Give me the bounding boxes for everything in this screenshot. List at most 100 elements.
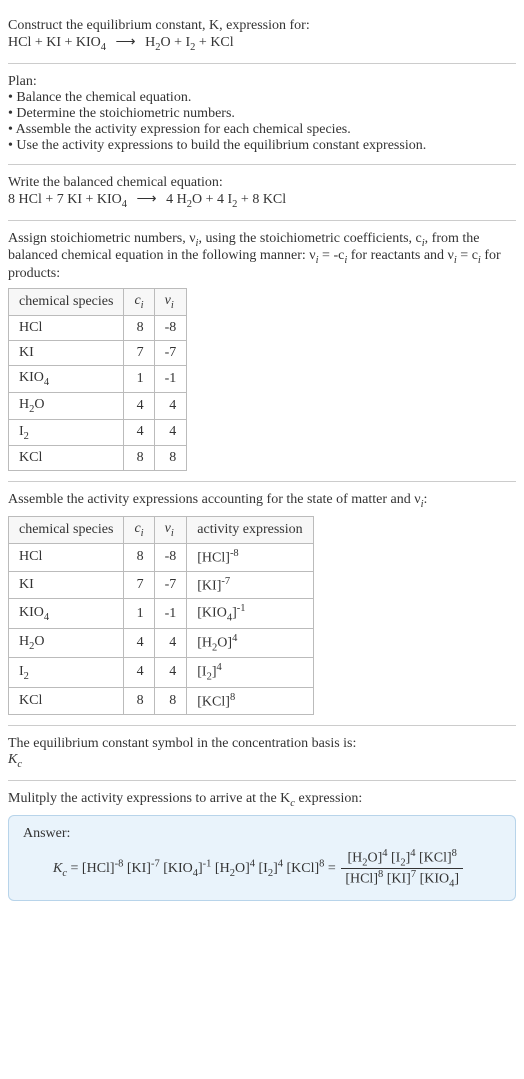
- eq-rhs: O + I: [161, 35, 191, 50]
- cell: -7: [154, 340, 187, 365]
- answer-equation: Kc = [HCl]-8 [KI]-7 [KIO4]-1 [H2O]4 [I2]…: [23, 848, 501, 890]
- cell: HCl: [9, 543, 124, 571]
- cell: 8: [124, 687, 154, 715]
- answer-section: Mulitply the activity expressions to arr…: [8, 781, 516, 911]
- cell: [I2]4: [187, 658, 313, 687]
- cell: [KI]-7: [187, 571, 313, 599]
- plan-title: Plan:: [8, 74, 516, 90]
- cell: -1: [154, 365, 187, 392]
- text: , using the stoichiometric coefficients,…: [198, 231, 421, 246]
- table-row: KCl88[KCl]8: [9, 687, 314, 715]
- sub: c: [17, 759, 22, 770]
- text: [I: [197, 665, 206, 680]
- text: Assign stoichiometric numbers, ν: [8, 231, 196, 246]
- sup: -1: [237, 603, 246, 614]
- text: H: [19, 397, 29, 412]
- plan-bullet: • Assemble the activity expression for e…: [8, 122, 516, 138]
- plan-bullet: • Use the activity expressions to build …: [8, 138, 516, 154]
- text: =: [324, 861, 339, 876]
- sup: -8: [230, 548, 239, 559]
- table-row: KIO41-1: [9, 365, 187, 392]
- arrow-icon: ⟶: [110, 34, 142, 51]
- text: [KI]: [383, 872, 411, 887]
- text: Assemble the activity expressions accoun…: [8, 492, 421, 507]
- sub: 2: [24, 670, 29, 681]
- table-header-row: chemical species ci νi activity expressi…: [9, 517, 314, 544]
- eq-rhs: H: [145, 35, 155, 50]
- table-row: I244: [9, 419, 187, 446]
- text: [KIO: [197, 606, 227, 621]
- sup: -7: [151, 858, 160, 869]
- text: :: [424, 492, 428, 507]
- cell: 4: [154, 419, 187, 446]
- text: [KI]: [123, 861, 151, 876]
- cell: 8: [124, 315, 154, 340]
- col-nu: νi: [154, 517, 187, 544]
- text: H: [19, 634, 29, 649]
- table-header-row: chemical species ci νi: [9, 289, 187, 316]
- cell: -8: [154, 315, 187, 340]
- sup: 8: [452, 848, 457, 859]
- cell: 8: [154, 687, 187, 715]
- prompt-line1: Construct the equilibrium constant, K, e…: [8, 18, 516, 34]
- cell: 1: [124, 365, 154, 392]
- text: = c: [457, 248, 478, 263]
- cell: -7: [154, 571, 187, 599]
- fraction: [H2O]4 [I2]4 [KCl]8[HCl]8 [KI]7 [KIO4]: [341, 848, 463, 890]
- sub: i: [171, 300, 174, 311]
- cell: 4: [154, 392, 187, 419]
- cell: 4: [154, 628, 187, 657]
- text: O: [34, 634, 44, 649]
- balanced-equation: 8 HCl + 7 KI + KIO4 ⟶ 4 H2O + 4 I2 + 8 K…: [8, 191, 516, 210]
- sup: 4: [232, 633, 237, 644]
- text: O]: [235, 861, 250, 876]
- symbol-text: The equilibrium constant symbol in the c…: [8, 736, 516, 752]
- unbalanced-equation: HCl + KI + KIO4 ⟶ H2O + I2 + KCl: [8, 34, 516, 53]
- table-row: HCl8-8[HCl]-8: [9, 543, 314, 571]
- cell: 4: [154, 658, 187, 687]
- text: [I: [388, 851, 401, 866]
- col-activity: activity expression: [187, 517, 313, 544]
- text: KIO: [19, 370, 44, 385]
- cell: [H2O]4: [187, 628, 313, 657]
- cell: I2: [9, 658, 124, 687]
- sub: i: [171, 528, 174, 539]
- cell: 8: [124, 543, 154, 571]
- cell: 4: [124, 628, 154, 657]
- plan-bullet: • Balance the chemical equation.: [8, 90, 516, 106]
- text: O]: [367, 851, 382, 866]
- text: [H: [197, 635, 212, 650]
- text: [H: [347, 851, 362, 866]
- text: [KIO: [160, 861, 193, 876]
- plan-bullet: • Determine the stoichiometric numbers.: [8, 106, 516, 122]
- text: [KIO: [416, 872, 449, 887]
- text: K: [8, 752, 17, 767]
- eq-sub: 4: [122, 199, 127, 210]
- eq-lhs: HCl + KI + KIO: [8, 35, 101, 50]
- cell: KI: [9, 340, 124, 365]
- table-row: HCl8-8: [9, 315, 187, 340]
- text: O: [34, 397, 44, 412]
- cell: KIO4: [9, 599, 124, 628]
- cell: H2O: [9, 392, 124, 419]
- text: for reactants and ν: [347, 248, 454, 263]
- cell: KI: [9, 571, 124, 599]
- text: KIO: [19, 605, 44, 620]
- cell: 8: [154, 446, 187, 471]
- balanced-section: Write the balanced chemical equation: 8 …: [8, 165, 516, 221]
- text: [KCl]: [283, 861, 319, 876]
- text: [KCl]: [197, 694, 230, 709]
- text: [I: [255, 861, 268, 876]
- cell: 4: [124, 392, 154, 419]
- cell: KCl: [9, 687, 124, 715]
- answer-label: Answer:: [23, 826, 501, 842]
- multiply-text: Mulitply the activity expressions to arr…: [8, 791, 516, 809]
- cell: 8: [124, 446, 154, 471]
- sup: -7: [221, 576, 230, 587]
- text: Mulitply the activity expressions to arr…: [8, 791, 290, 806]
- answer-box: Answer: Kc = [HCl]-8 [KI]-7 [KIO4]-1 [H2…: [8, 815, 516, 901]
- cell: -8: [154, 543, 187, 571]
- eq-rhs: O + 4 I: [192, 192, 232, 207]
- table-row: KIO41-1[KIO4]-1: [9, 599, 314, 628]
- balanced-title: Write the balanced chemical equation:: [8, 175, 516, 191]
